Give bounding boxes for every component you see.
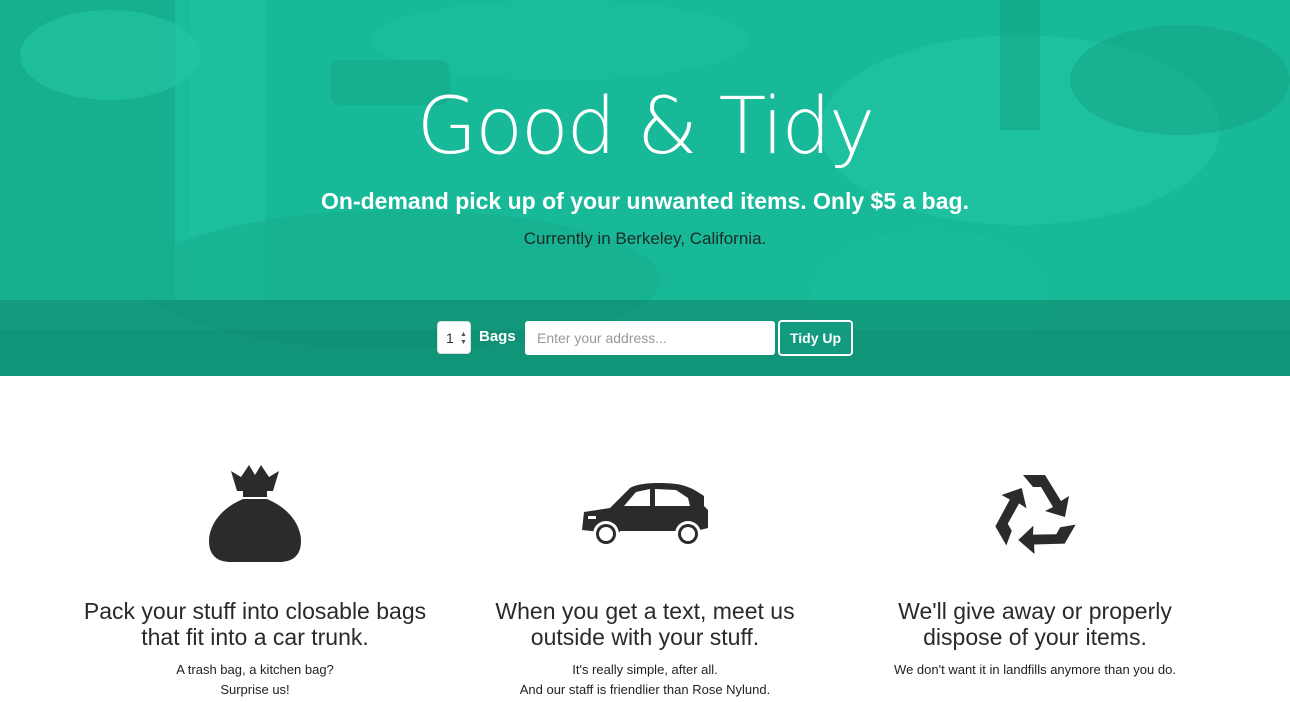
tidy-up-button[interactable]: Tidy Up (778, 320, 853, 356)
money-bag-icon (45, 460, 465, 570)
bags-label: Bags (479, 328, 516, 345)
feature-text-line2: Surprise us! (220, 682, 290, 697)
site-title: Good & Tidy (416, 82, 875, 172)
feature-pack-bags: Pack your stuff into closable bags that … (45, 460, 465, 700)
bag-quantity-value: 1 (446, 330, 454, 346)
hero-subtitle: On-demand pick up of your unwanted items… (321, 188, 969, 214)
hero-section: Good & Tidy On-demand pick up of your un… (0, 0, 1290, 376)
feature-text-line1: A trash bag, a kitchen bag? (176, 662, 334, 677)
feature-text-line2: And our staff is friendlier than Rose Ny… (519, 682, 771, 697)
feature-heading-line2: outside with your stuff. (530, 624, 760, 650)
feature-text-line1: We don't want it in landfills anymore th… (894, 662, 1176, 677)
feature-description: We don't want it in landfills anymore th… (825, 660, 1245, 680)
feature-heading-line1: When you get a text, meet us (495, 598, 795, 624)
feature-heading-line2: that fit into a car trunk. (141, 624, 369, 650)
service-location: Currently in Berkeley, California. (523, 229, 767, 248)
feature-heading-line1: We'll give away or properly (898, 598, 1172, 624)
address-input[interactable] (525, 321, 775, 355)
feature-description: It's really simple, after all. And our s… (435, 660, 855, 700)
select-arrows-icon: ▲ ▼ (460, 331, 467, 346)
feature-heading-line1: Pack your stuff into closable bags (83, 598, 427, 624)
feature-description: A trash bag, a kitchen bag? Surprise us! (45, 660, 465, 700)
feature-meet-outside: When you get a text, meet us outside wit… (435, 460, 855, 700)
recycle-icon (825, 460, 1245, 570)
feature-heading: Pack your stuff into closable bags that … (45, 598, 465, 650)
feature-recycle: We'll give away or properly dispose of y… (825, 460, 1245, 680)
car-icon (435, 460, 855, 570)
feature-text-line1: It's really simple, after all. (572, 662, 718, 677)
feature-heading: When you get a text, meet us outside wit… (435, 598, 855, 650)
feature-heading: We'll give away or properly dispose of y… (825, 598, 1245, 650)
feature-heading-line2: dispose of your items. (923, 624, 1147, 650)
bag-quantity-select[interactable]: 1 ▲ ▼ (437, 321, 471, 354)
